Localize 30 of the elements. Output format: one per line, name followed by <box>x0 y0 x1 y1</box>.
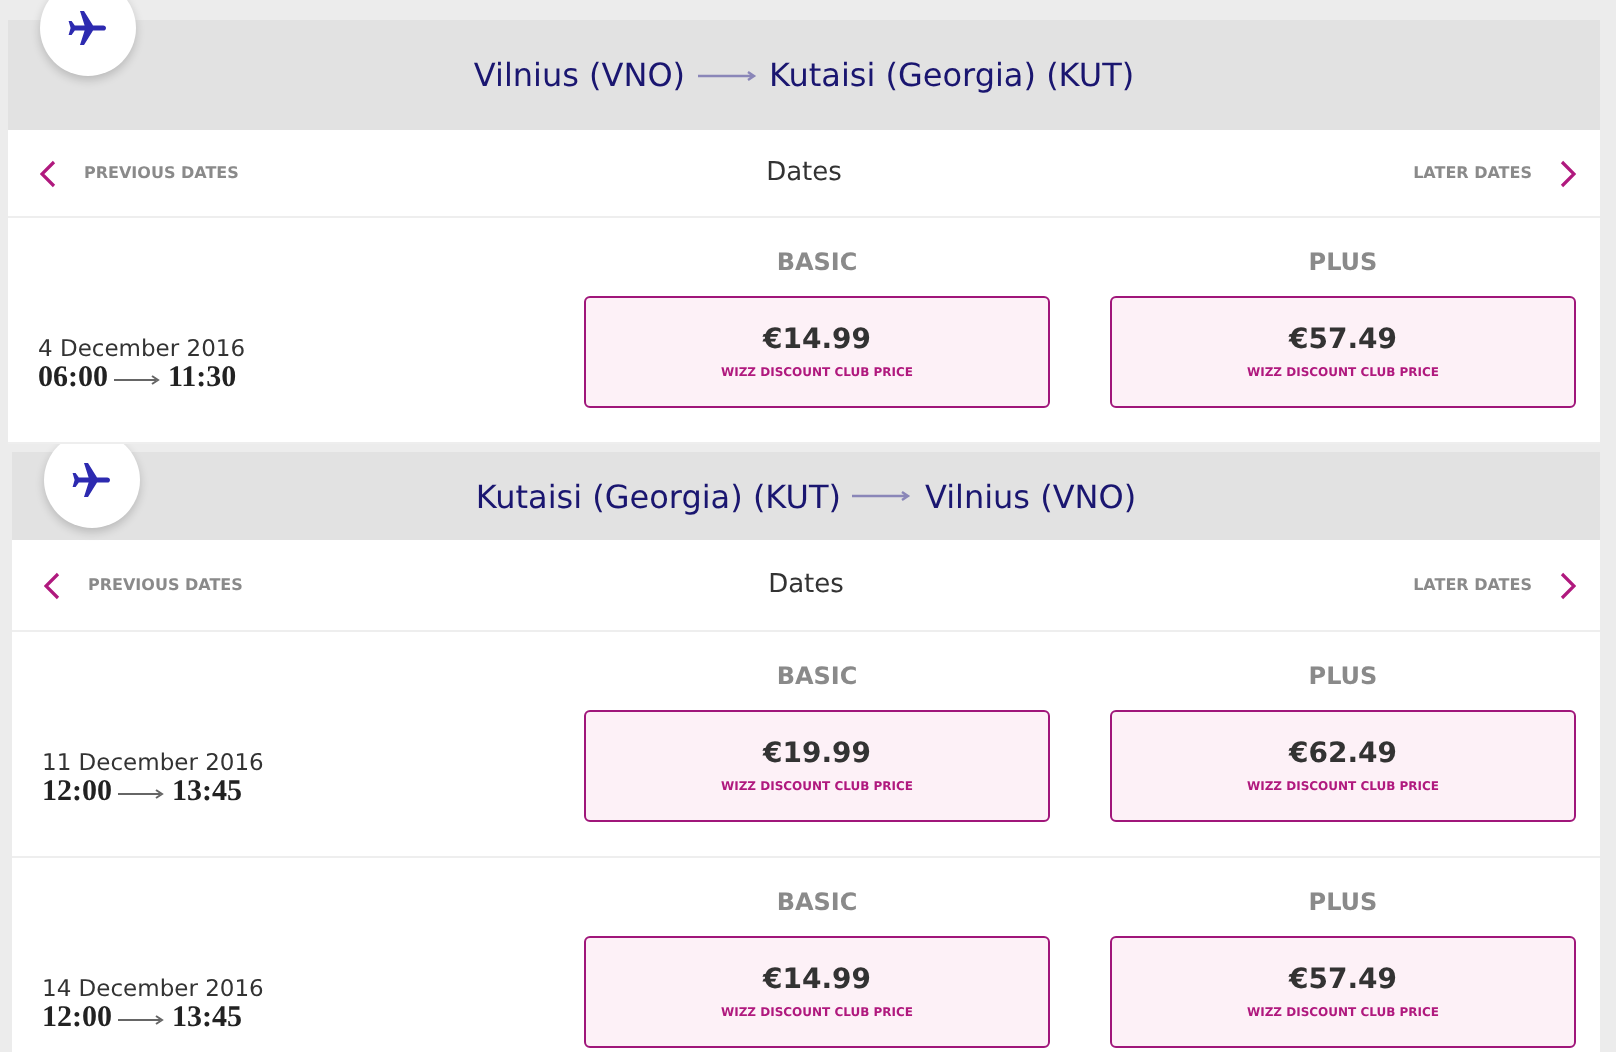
arrow-icon <box>697 67 758 83</box>
fare-type-label: PLUS <box>1308 888 1378 916</box>
chevron-right-icon <box>1560 571 1576 599</box>
fare-type-label: PLUS <box>1308 248 1378 276</box>
arrival-time: 11:30 <box>168 362 237 396</box>
fare-type-label: BASIC <box>776 248 858 276</box>
arrow-icon <box>118 787 166 799</box>
departure-time: 06:00 <box>38 362 108 396</box>
flight-date: 11 December 2016 <box>42 748 266 776</box>
departure-time: 12:00 <box>42 776 112 810</box>
arrow-icon <box>114 373 162 385</box>
origin-city: Vilnius (VNO) <box>473 56 686 94</box>
arrow-icon <box>852 488 913 504</box>
origin-city: Kutaisi (Georgia) (KUT) <box>475 477 841 515</box>
destination-city: Vilnius (VNO) <box>924 477 1137 515</box>
fare-type-label: BASIC <box>776 662 858 690</box>
chevron-left-icon <box>44 571 60 599</box>
chevron-left-icon <box>40 159 56 187</box>
flight-date: 4 December 2016 <box>38 334 248 362</box>
dates-title: Dates <box>766 158 842 188</box>
destination-city: Kutaisi (Georgia) (KUT) <box>769 56 1135 94</box>
arrival-time: 13:45 <box>172 776 242 810</box>
arrow-icon <box>118 1013 166 1025</box>
fare-type-label: PLUS <box>1308 662 1378 690</box>
fare-type-label: BASIC <box>776 888 858 916</box>
chevron-right-icon <box>1560 159 1576 187</box>
departure-time: 12:00 <box>42 1002 112 1036</box>
flight-date: 14 December 2016 <box>42 974 266 1002</box>
arrival-time: 13:45 <box>172 1002 242 1036</box>
dates-title: Dates <box>768 570 844 600</box>
